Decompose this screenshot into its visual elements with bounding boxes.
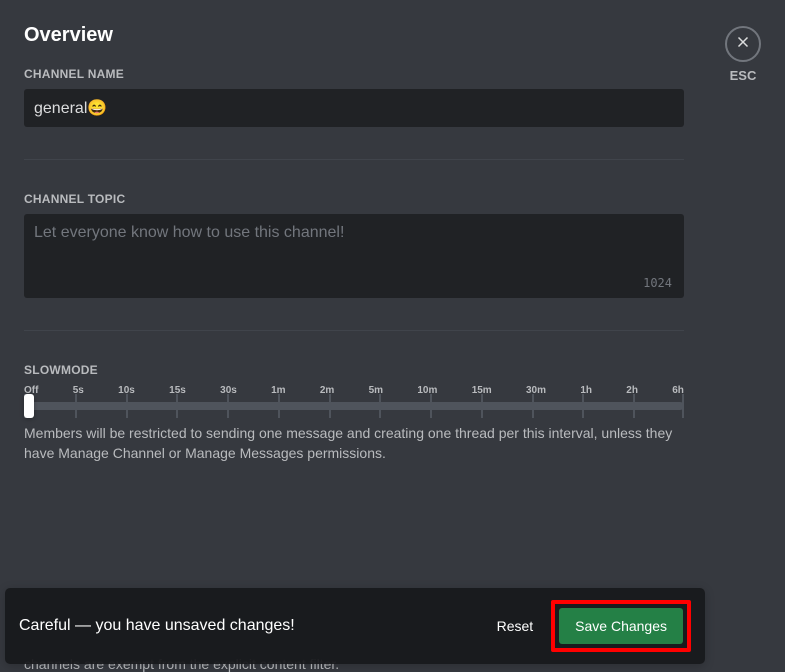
channel-topic-label: CHANNEL TOPIC	[24, 192, 686, 206]
slowmode-help-text: Members will be restricted to sending on…	[24, 424, 684, 463]
esc-label: ESC	[725, 68, 761, 83]
save-changes-button[interactable]: Save Changes	[559, 608, 683, 644]
unsaved-changes-toast: Careful — you have unsaved changes! Rese…	[5, 588, 705, 664]
slider-tick-label: 10m	[417, 385, 437, 396]
channel-name-input[interactable]	[24, 89, 684, 127]
close-icon	[734, 33, 752, 56]
slowmode-label: SLOWMODE	[24, 363, 686, 377]
channel-topic-input[interactable]	[34, 224, 674, 274]
slowmode-slider[interactable]	[24, 402, 684, 410]
channel-topic-field[interactable]: 1024	[24, 214, 684, 298]
close-button[interactable]	[725, 26, 761, 62]
char-count: 1024	[643, 276, 672, 290]
page-title: Overview	[24, 24, 686, 47]
channel-name-label: CHANNEL NAME	[24, 67, 686, 81]
toast-message: Careful — you have unsaved changes!	[19, 617, 483, 635]
slider-thumb[interactable]	[24, 394, 34, 418]
slider-tick-label: 30m	[526, 385, 546, 396]
save-highlight: Save Changes	[551, 600, 691, 652]
slider-tick-label: 2h	[626, 385, 638, 396]
divider	[24, 330, 684, 331]
slider-tick-label: 2m	[320, 385, 334, 396]
slider-labels: Off 5s 10s 15s 30s 1m 2m 5m 10m 15m 30m …	[24, 385, 684, 396]
divider	[24, 159, 684, 160]
reset-button[interactable]: Reset	[483, 610, 548, 642]
